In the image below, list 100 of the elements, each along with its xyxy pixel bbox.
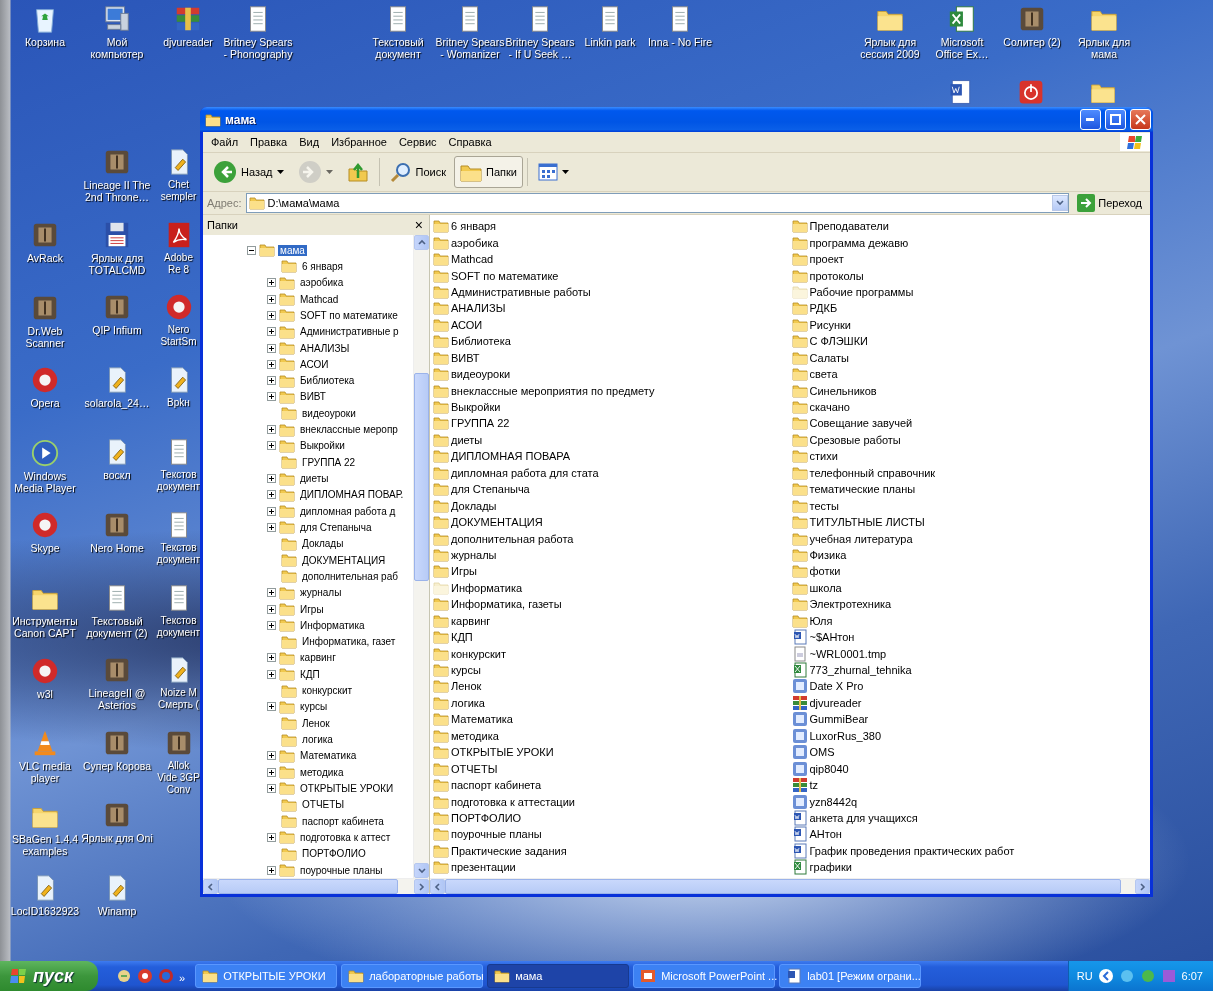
file-name[interactable]: Административные работы bbox=[451, 285, 591, 298]
file-name[interactable]: Совещание завучей bbox=[809, 417, 913, 430]
tree-item[interactable]: ДОКУМЕНТАЦИЯ bbox=[300, 554, 388, 566]
taskbar-button[interactable]: ОТКРЫТЫЕ УРОКИ bbox=[195, 964, 338, 988]
desktop-icon-label[interactable]: Microsoft Office Ex… bbox=[926, 36, 998, 60]
file-name[interactable]: Срезовые работы bbox=[809, 433, 901, 446]
search-button[interactable]: Поиск bbox=[383, 156, 452, 188]
tree-item[interactable]: Административные р bbox=[298, 326, 401, 338]
file-name[interactable]: проект bbox=[809, 253, 844, 266]
chevron-circle-icon[interactable] bbox=[1097, 968, 1114, 984]
file-name[interactable]: ГРУППА 22 bbox=[451, 417, 510, 430]
file-name[interactable]: yzn8442q bbox=[809, 795, 858, 808]
file-name[interactable]: ОТЧЕТЫ bbox=[451, 762, 498, 775]
file-name[interactable]: конкурскит bbox=[451, 647, 507, 660]
file-name[interactable]: Ленок bbox=[451, 680, 482, 693]
expand-toggle[interactable] bbox=[267, 653, 276, 663]
file-name[interactable]: Информатика, газеты bbox=[451, 598, 562, 611]
scroll-left-button[interactable] bbox=[430, 879, 445, 894]
file-name[interactable]: Информатика bbox=[451, 581, 523, 594]
file-name[interactable]: дипломная работа для стата bbox=[451, 466, 599, 479]
file-name[interactable]: GummiBear bbox=[809, 713, 869, 726]
file-name[interactable]: света bbox=[809, 368, 838, 381]
taskbar-button[interactable]: Microsoft PowerPoint ... bbox=[633, 964, 776, 988]
desktop-icon-label[interactable]: Linkin park bbox=[584, 36, 636, 48]
desktop-icon-label[interactable]: Chet sempler bbox=[157, 179, 200, 203]
expand-toggle[interactable] bbox=[267, 310, 276, 320]
file-name[interactable]: карвинг bbox=[451, 614, 491, 627]
desktop-icon-label[interactable]: Ярлык для TOTALCMD bbox=[81, 251, 153, 276]
vertical-scrollbar[interactable] bbox=[413, 235, 429, 878]
expand-toggle[interactable] bbox=[267, 669, 276, 679]
tree-item[interactable]: курсы bbox=[298, 701, 330, 713]
file-name[interactable]: скачано bbox=[809, 401, 850, 414]
tree-item[interactable]: Библиотека bbox=[298, 375, 357, 387]
taskbar-button[interactable]: lab01 [Режим ограни... bbox=[779, 964, 922, 988]
tree-item[interactable]: АСОИ bbox=[298, 358, 331, 370]
desktop-icon-label[interactable]: djvureader bbox=[163, 36, 213, 48]
file-name[interactable]: дополнительная работа bbox=[451, 532, 574, 545]
desktop-icon-label[interactable]: Winamp bbox=[97, 904, 137, 917]
desktop-icon-label[interactable]: Noize M Смерть ( bbox=[157, 687, 200, 712]
more-chevron[interactable]: » bbox=[179, 972, 186, 984]
expand-toggle[interactable] bbox=[267, 506, 276, 516]
scroll-left-button[interactable] bbox=[203, 879, 218, 894]
file-name[interactable]: тесты bbox=[809, 499, 839, 512]
file-name[interactable]: Доклады bbox=[451, 499, 497, 512]
file-name[interactable]: аэробика bbox=[451, 236, 499, 249]
expand-toggle[interactable] bbox=[267, 702, 276, 712]
file-name[interactable]: РДКБ bbox=[809, 302, 838, 315]
file-name[interactable]: логика bbox=[451, 696, 485, 709]
desktop-icon-label[interactable]: Allok Vide 3GP Conv bbox=[157, 759, 200, 796]
tree-item[interactable]: видеоуроки bbox=[300, 407, 358, 419]
desktop-icon-label[interactable]: Текстов документ bbox=[156, 541, 201, 566]
tree-item[interactable]: Математика bbox=[298, 750, 359, 762]
file-name[interactable]: презентации bbox=[451, 861, 516, 874]
taskbar-button[interactable]: мама bbox=[487, 964, 630, 988]
collapse-toggle[interactable] bbox=[247, 245, 256, 255]
expand-toggle[interactable] bbox=[267, 604, 276, 614]
desktop-icon-label[interactable]: Nero StartSm bbox=[157, 324, 200, 349]
expand-toggle[interactable] bbox=[267, 327, 276, 337]
file-name[interactable]: Mathcad bbox=[451, 253, 494, 266]
desktop-icon-label[interactable]: Windows Media Player bbox=[9, 469, 81, 494]
file-name[interactable]: ТИТУЛЬТНЫЕ ЛИСТЫ bbox=[809, 516, 925, 529]
desktop-icon-label[interactable]: Ярлык для мама bbox=[1068, 36, 1140, 60]
tree-item[interactable]: дополнительная раб bbox=[300, 570, 400, 582]
tree-item[interactable]: SOFT по математике bbox=[298, 309, 400, 321]
scroll-right-button[interactable] bbox=[1135, 879, 1150, 894]
tree-item[interactable]: методика bbox=[298, 766, 346, 778]
back-button[interactable]: Назад bbox=[207, 156, 290, 188]
taskbar-button[interactable]: лабораторные работы bbox=[341, 964, 484, 988]
tree-item[interactable]: ВИВТ bbox=[298, 391, 328, 403]
file-name[interactable]: программа дежавю bbox=[809, 236, 909, 249]
file-name[interactable]: видеоуроки bbox=[451, 368, 511, 381]
file-name[interactable]: График проведения практических работ bbox=[809, 844, 1015, 857]
file-name[interactable]: OMS bbox=[809, 746, 835, 759]
desktop-icon-label[interactable]: AvRack bbox=[27, 252, 63, 264]
file-name[interactable]: Салаты bbox=[809, 351, 849, 364]
menu-item[interactable]: Файл bbox=[205, 134, 245, 150]
file-name[interactable]: Date X Pro bbox=[809, 680, 864, 693]
tree-item[interactable]: 6 января bbox=[300, 260, 345, 272]
file-name[interactable]: ДИПЛОМНАЯ ПОВАРА bbox=[451, 450, 571, 463]
file-name[interactable]: Юля bbox=[809, 614, 833, 627]
language-indicator[interactable]: RU bbox=[1076, 970, 1093, 982]
file-name[interactable]: Преподаватели bbox=[809, 220, 889, 233]
file-name[interactable]: стихи bbox=[809, 450, 838, 463]
desktop-icon-label[interactable]: Britney Spears - If U Seek … bbox=[504, 36, 576, 60]
tree-item[interactable]: паспорт кабинета bbox=[300, 815, 386, 827]
expand-toggle[interactable] bbox=[267, 490, 276, 500]
expand-toggle[interactable] bbox=[267, 425, 276, 435]
tree-item[interactable]: для Степаныча bbox=[298, 521, 374, 533]
desktop-icon-label[interactable]: Britney Spears - Phonography bbox=[222, 36, 294, 60]
expand-toggle[interactable] bbox=[267, 343, 276, 353]
file-name[interactable]: SOFT по математике bbox=[451, 269, 559, 282]
menu-item[interactable]: Правка bbox=[244, 134, 294, 150]
desktop-icon-label[interactable]: QIP Infium bbox=[92, 324, 142, 337]
tree-item[interactable]: ДИПЛОМНАЯ ПОВАР. bbox=[298, 489, 406, 501]
file-name[interactable]: Рисунки bbox=[809, 318, 851, 331]
tree-item[interactable]: Ленок bbox=[300, 717, 332, 729]
desktop-icon-label[interactable]: Корзина bbox=[25, 36, 65, 48]
expand-toggle[interactable] bbox=[267, 751, 276, 761]
tree-item[interactable]: дипломная работа д bbox=[298, 505, 398, 517]
desktop-icon-label[interactable]: Lineage II The 2nd Throne… bbox=[81, 179, 153, 203]
